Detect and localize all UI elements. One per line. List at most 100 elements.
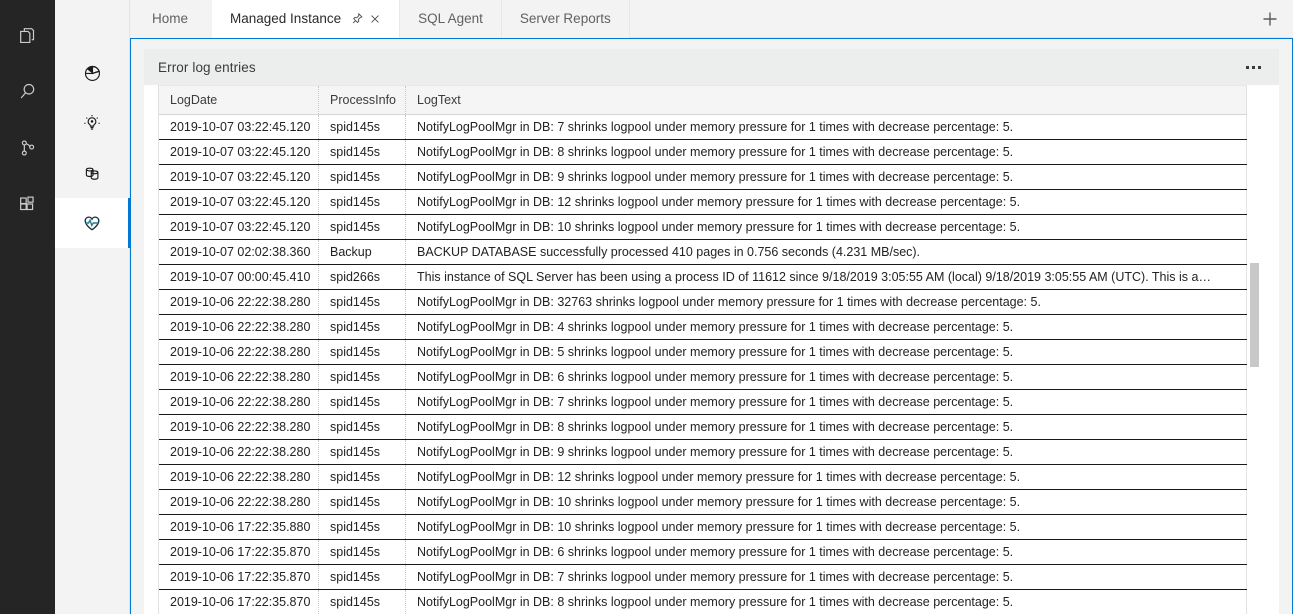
tab-server-reports-label: Server Reports [520,0,611,38]
table-row[interactable]: 2019-10-06 17:22:35.870spid145sNotifyLog… [159,565,1247,590]
table-row[interactable]: 2019-10-06 22:22:38.280spid145sNotifyLog… [159,490,1247,515]
table-row[interactable]: 2019-10-07 03:22:45.120spid145sNotifyLog… [159,165,1247,190]
table-row[interactable]: 2019-10-06 17:22:35.870spid145sNotifyLog… [159,590,1247,614]
table-row[interactable]: 2019-10-07 00:00:45.410spid266sThis inst… [159,265,1247,290]
cell-processinfo: spid145s [319,440,406,464]
activity-bar [0,0,55,614]
table-row[interactable]: 2019-10-07 03:22:45.120spid145sNotifyLog… [159,140,1247,165]
cell-processinfo: spid145s [319,540,406,564]
cell-logdate: 2019-10-06 22:22:38.280 [159,315,319,339]
sidebar-item-insights[interactable] [55,98,129,148]
cell-processinfo: spid145s [319,340,406,364]
table-row[interactable]: 2019-10-07 03:22:45.120spid145sNotifyLog… [159,115,1247,140]
cell-logtext: NotifyLogPoolMgr in DB: 12 shrinks logpo… [406,190,1247,214]
cell-logdate: 2019-10-07 03:22:45.120 [159,115,319,139]
tab-bar-filler [630,0,1247,37]
cell-processinfo: spid145s [319,390,406,414]
main-area: Home Managed Instance [130,0,1293,614]
cell-logdate: 2019-10-07 03:22:45.120 [159,215,319,239]
cell-logtext-value: NotifyLogPoolMgr in DB: 8 shrinks logpoo… [417,420,1246,434]
cell-logtext-value: This instance of SQL Server has been usi… [417,270,1246,284]
tab-managed-instance[interactable]: Managed Instance [212,0,400,38]
cell-logdate: 2019-10-07 00:00:45.410 [159,265,319,289]
widget-title: Error log entries [158,60,256,75]
cell-processinfo: spid145s [319,515,406,539]
cell-logdate: 2019-10-06 22:22:38.280 [159,465,319,489]
cell-logtext: NotifyLogPoolMgr in DB: 8 shrinks logpoo… [406,140,1247,164]
widget-header: Error log entries [144,49,1279,85]
cell-processinfo: spid145s [319,415,406,439]
column-header-logtext[interactable]: LogText [406,86,1247,114]
files-icon[interactable] [0,18,55,54]
pie-chart-icon [81,62,103,84]
widget-more-actions-icon[interactable] [1240,62,1267,73]
cell-logdate: 2019-10-06 17:22:35.870 [159,590,319,614]
column-header-logdate[interactable]: LogDate [159,86,319,114]
tab-home[interactable]: Home [130,0,212,38]
editor-container: Error log entries LogDate ProcessInfo Lo… [130,38,1293,614]
cell-logtext: NotifyLogPoolMgr in DB: 4 shrinks logpoo… [406,315,1247,339]
cell-logdate: 2019-10-06 22:22:38.280 [159,365,319,389]
table-row[interactable]: 2019-10-06 22:22:38.280spid145sNotifyLog… [159,365,1247,390]
cell-logtext: BACKUP DATABASE successfully processed 4… [406,240,1247,264]
cell-logtext-value: NotifyLogPoolMgr in DB: 4 shrinks logpoo… [417,320,1246,334]
vertical-scrollbar[interactable] [1247,85,1261,614]
source-control-icon[interactable] [0,130,55,166]
cell-logtext-value: NotifyLogPoolMgr in DB: 10 shrinks logpo… [417,520,1246,534]
cell-logtext-value: NotifyLogPoolMgr in DB: 5 shrinks logpoo… [417,345,1246,359]
cell-logtext: NotifyLogPoolMgr in DB: 6 shrinks logpoo… [406,540,1247,564]
table-row[interactable]: 2019-10-06 17:22:35.880spid145sNotifyLog… [159,515,1247,540]
table-row[interactable]: 2019-10-06 22:22:38.280spid145s NotifyLog… [159,315,1247,340]
cell-logtext-value: BACKUP DATABASE successfully processed 4… [417,245,1246,259]
app-window: Home Managed Instance [0,0,1293,614]
extensions-icon[interactable] [0,186,55,222]
cell-logtext-value: NotifyLogPoolMgr in DB: 6 shrinks logpoo… [417,545,1246,559]
cell-logtext: NotifyLogPoolMgr in DB: 9 shrinks logpoo… [406,440,1247,464]
table-row[interactable]: 2019-10-07 03:22:45.120spid145sNotifyLog… [159,215,1247,240]
cell-logtext: NotifyLogPoolMgr in DB: 10 shrinks logpo… [406,515,1247,539]
table-row[interactable]: 2019-10-06 22:22:38.280spid145s NotifyLog… [159,415,1247,440]
column-header-processinfo[interactable]: ProcessInfo [319,86,406,114]
sidebar-item-overview[interactable] [55,48,129,98]
table-row[interactable]: 2019-10-06 22:22:38.280spid145sNotifyLog… [159,390,1247,415]
table-row[interactable]: 2019-10-06 22:22:38.280spid145sNotifyLog… [159,290,1247,315]
cell-processinfo: Backup [319,240,406,264]
cell-logtext-value: NotifyLogPoolMgr in DB: 9 shrinks logpoo… [417,445,1246,459]
cell-logtext: NotifyLogPoolMgr in DB: 7 shrinks logpoo… [406,565,1247,589]
sidebar-item-databases[interactable] [55,148,129,198]
log-table: LogDate ProcessInfo LogText 2019-10-07 0… [158,85,1247,614]
cell-processinfo: spid145s [319,590,406,614]
table-row[interactable]: 2019-10-07 03:22:45.120spid145sNotifyLog… [159,190,1247,215]
dashboard-sidebar [55,0,130,614]
cell-logdate: 2019-10-07 02:02:38.360 [159,240,319,264]
table-row[interactable]: 2019-10-06 22:22:38.280spid145sNotifyLog… [159,340,1247,365]
tab-bar: Home Managed Instance [130,0,1293,38]
cell-logtext: NotifyLogPoolMgr in DB: 7 shrinks logpoo… [406,115,1247,139]
table-row[interactable]: 2019-10-06 17:22:35.870spid145s NotifyLog… [159,540,1247,565]
cell-logtext-value: NotifyLogPoolMgr in DB: 10 shrinks logpo… [417,495,1246,509]
cell-processinfo: spid145s [319,315,406,339]
tab-sql-agent[interactable]: SQL Agent [400,0,502,38]
search-icon[interactable] [0,74,55,110]
pin-icon[interactable] [351,12,364,25]
cell-logtext: NotifyLogPoolMgr in DB: 9 shrinks logpoo… [406,165,1247,189]
cell-logtext-value: NotifyLogPoolMgr in DB: 12 shrinks logpo… [417,195,1246,209]
close-icon[interactable] [369,13,381,25]
scrollbar-thumb[interactable] [1250,263,1259,367]
cell-logtext-value: NotifyLogPoolMgr in DB: 8 shrinks logpoo… [417,145,1246,159]
dashboard-page: Error log entries LogDate ProcessInfo Lo… [130,38,1293,614]
table-row[interactable]: 2019-10-06 22:22:38.280spid145sNotifyLog… [159,440,1247,465]
cell-logdate: 2019-10-06 17:22:35.870 [159,540,319,564]
cell-processinfo: spid145s [319,465,406,489]
cell-logdate: 2019-10-06 22:22:38.280 [159,415,319,439]
cell-processinfo: spid145s [319,490,406,514]
cell-logtext: This instance of SQL Server has been usi… [406,265,1247,289]
tab-server-reports[interactable]: Server Reports [502,0,630,38]
cell-logdate: 2019-10-07 03:22:45.120 [159,190,319,214]
cell-logtext: NotifyLogPoolMgr in DB: 6 shrinks logpoo… [406,365,1247,389]
sidebar-item-health[interactable] [55,198,130,248]
table-row[interactable]: 2019-10-07 02:02:38.360Backup BACKUP DATA… [159,240,1247,265]
new-tab-button[interactable] [1247,0,1293,37]
cell-logdate: 2019-10-07 03:22:45.120 [159,140,319,164]
table-row[interactable]: 2019-10-06 22:22:38.280spid145sNotifyLog… [159,465,1247,490]
